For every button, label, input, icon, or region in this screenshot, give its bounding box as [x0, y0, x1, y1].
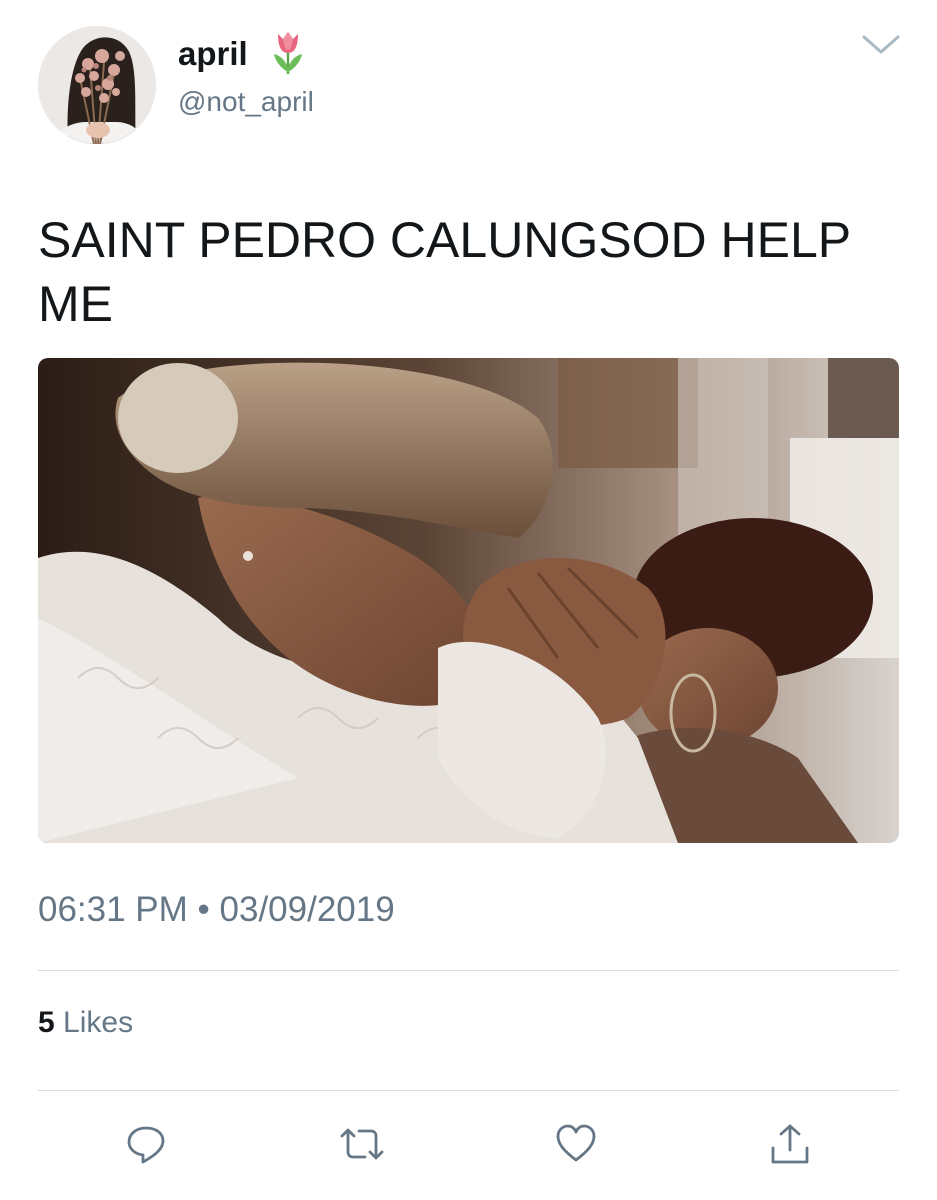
user-handle[interactable]: @not_april	[178, 84, 314, 120]
display-name[interactable]: april	[178, 34, 248, 74]
likes-stat[interactable]: 5 Likes	[38, 1004, 133, 1042]
tweet-photo	[38, 358, 899, 843]
retweet-button[interactable]	[338, 1122, 384, 1166]
retweet-icon	[340, 1128, 384, 1160]
heart-icon	[556, 1124, 596, 1162]
tweet-text: SAINT PEDRO CALUNGSOD HELP ME	[38, 212, 851, 332]
share-button[interactable]	[768, 1122, 812, 1166]
divider	[38, 1090, 899, 1091]
avatar-image	[38, 26, 156, 144]
divider	[38, 970, 899, 971]
reply-icon	[127, 1126, 165, 1164]
tweet-timestamp: 06:31 PM • 03/09/2019	[38, 890, 395, 929]
tulip-icon	[274, 32, 302, 74]
tweet-media[interactable]	[38, 358, 899, 843]
chevron-down-icon[interactable]	[860, 30, 902, 60]
share-icon	[771, 1124, 809, 1164]
avatar[interactable]	[38, 26, 156, 144]
like-button[interactable]	[554, 1122, 598, 1166]
reply-button[interactable]	[124, 1122, 168, 1166]
likes-label: Likes	[63, 1006, 134, 1039]
likes-count: 5	[38, 1006, 55, 1039]
